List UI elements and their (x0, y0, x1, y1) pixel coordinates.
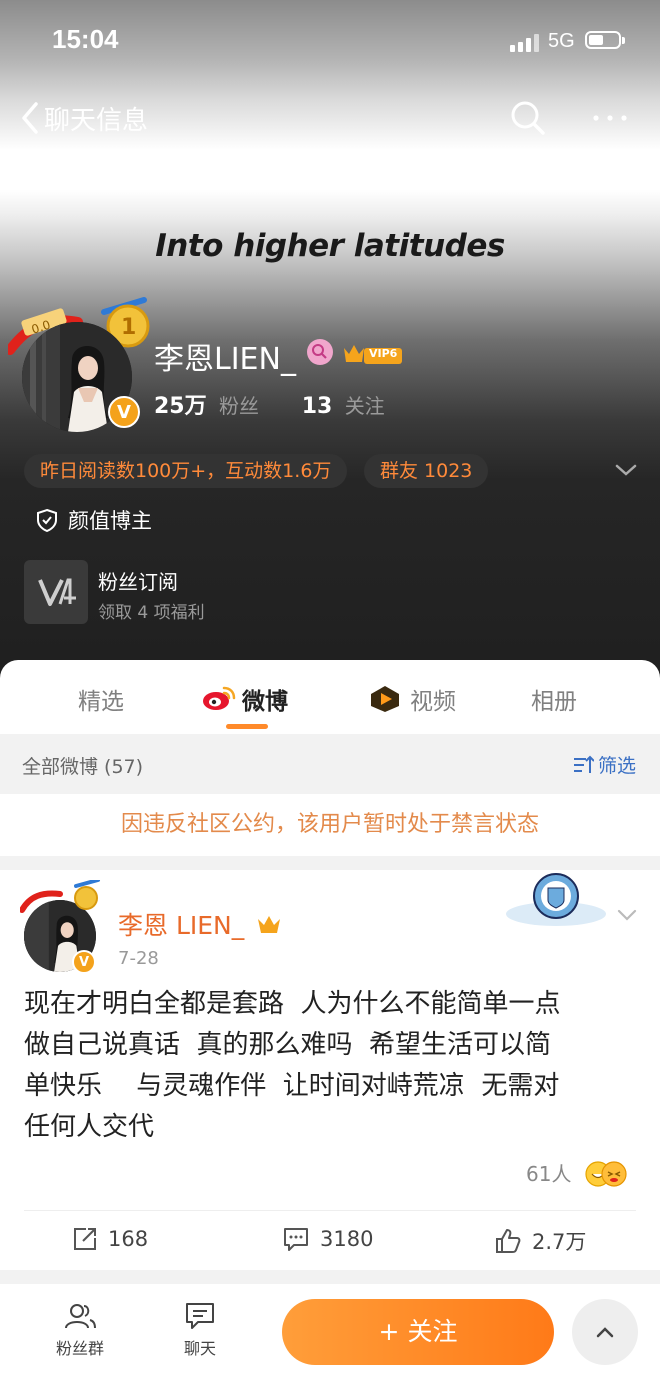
tab-featured[interactable]: 精选 (78, 682, 124, 716)
post-text-line: 现在才明白全都是套路 人为什么不能简单一点 (24, 989, 561, 1019)
followers-count[interactable]: 25万 (154, 394, 207, 419)
section-divider (0, 856, 660, 870)
filter-icon (574, 755, 595, 773)
post-verified-badge: V (72, 950, 96, 974)
chat-icon (186, 1303, 214, 1329)
followers-label[interactable]: 粉丝 (219, 394, 259, 418)
repost-count: 168 (108, 1227, 149, 1251)
video-icon (371, 686, 399, 712)
status-bar: 15:04 5G (0, 0, 660, 80)
profile-avatar[interactable]: 0.0 1 V (8, 296, 158, 436)
comment-icon (284, 1228, 308, 1251)
subscription-icon (24, 560, 88, 624)
weibo-post[interactable]: V 李恩 LIEN_ 7-28 现在才明白全都是套路 人为什么不能简单一点 做自己… (0, 870, 660, 1270)
chat-button[interactable]: 聊天 (160, 1301, 240, 1359)
back-label[interactable]: 聊天信息 (44, 100, 148, 137)
subscription-title: 粉丝订阅 (98, 570, 178, 594)
search-badge-icon (307, 339, 333, 365)
active-tab-indicator (226, 724, 268, 729)
network-type: 5G (548, 30, 575, 52)
svg-text:1: 1 (121, 315, 136, 340)
chevron-up-icon (596, 1327, 614, 1338)
like-button[interactable]: 2.7万 (494, 1226, 586, 1256)
comment-button[interactable]: 3180 (282, 1226, 373, 1252)
post-text-line: 做自己说真话 真的那么难吗 希望生活可以简 (24, 1030, 552, 1060)
profile-tabs: 精选 微博 视频 相册 (0, 660, 660, 734)
filter-button[interactable]: 筛选 (572, 751, 636, 778)
post-author[interactable]: 李恩 LIEN_ (118, 906, 282, 942)
fans-group-label: 粉丝群 (55, 1339, 104, 1358)
content-panel: 精选 微博 视频 相册 全部微博 (57) 筛选 因违反社区公约，该用户暂时处于… (0, 660, 660, 1389)
shield-icon (37, 508, 57, 533)
club-crest-icon (506, 873, 606, 926)
tab-album[interactable]: 相册 (531, 682, 577, 716)
follow-button[interactable]: + 关注 (282, 1299, 554, 1365)
fans-group-icon (65, 1304, 96, 1329)
following-label[interactable]: 关注 (345, 394, 385, 418)
post-reactions[interactable]: 61人 (526, 1158, 628, 1188)
thumbs-up-icon (496, 1229, 521, 1253)
verified-badge: V (108, 396, 140, 428)
bottom-action-bar: 粉丝群 聊天 + 关注 (0, 1289, 660, 1389)
profile-tagline: Into higher latitudes (155, 228, 505, 264)
expand-chevron-icon[interactable] (614, 460, 638, 480)
more-icon[interactable] (588, 98, 632, 138)
section-divider (0, 1270, 660, 1284)
subscription-desc: 领取 4 项福利 (98, 603, 205, 623)
post-date: 7-28 (118, 948, 159, 969)
ban-notice: 因违反社区公约，该用户暂时处于禁言状态 (0, 794, 660, 856)
all-weibo-label[interactable]: 全部微博 (57) (22, 752, 143, 779)
post-text: 现在才明白全都是套路 人为什么不能简单一点 做自己说真话 真的那么难吗 希望生活可… (24, 984, 640, 1148)
status-time: 15:04 (52, 24, 119, 54)
repost-button[interactable]: 168 (72, 1226, 148, 1252)
following-count[interactable]: 13 (302, 394, 333, 419)
tab-video[interactable]: 视频 (410, 682, 456, 716)
fans-group-button[interactable]: 粉丝群 (40, 1301, 120, 1359)
search-icon[interactable] (508, 98, 548, 138)
post-menu-chevron-icon[interactable] (616, 906, 638, 924)
nav-bar: 聊天信息 (0, 96, 660, 140)
reaction-count: 61人 (526, 1162, 572, 1186)
medal-decoration-icon (20, 880, 100, 913)
profile-counts: 25万 粉丝 13 关注 (154, 388, 385, 420)
profile-tag[interactable]: 颜值博主 (36, 505, 152, 535)
like-count: 2.7万 (532, 1230, 587, 1254)
filter-bar: 全部微博 (57) 筛选 (0, 734, 660, 794)
battery-icon (585, 31, 625, 49)
chat-label: 聊天 (183, 1339, 216, 1358)
crown-icon (258, 916, 281, 933)
signal-icon (510, 32, 539, 52)
post-text-line: 单快乐 与灵魂作伴 让时间对峙荒凉 无需对 (24, 1071, 560, 1101)
emoji-reactions-icon (585, 1161, 627, 1187)
tab-weibo[interactable]: 微博 (242, 682, 288, 716)
profile-tag-label: 颜值博主 (68, 509, 152, 533)
repost-icon (74, 1228, 96, 1250)
scroll-top-button[interactable] (572, 1299, 638, 1365)
vip-badge: VIP6 (342, 342, 404, 370)
comment-count: 3180 (320, 1227, 374, 1251)
weibo-logo-icon (203, 686, 236, 710)
vip-label: VIP6 (369, 347, 398, 360)
group-friends-pill[interactable]: 群友 1023 (364, 454, 489, 488)
filter-label: 筛选 (598, 755, 637, 777)
profile-name: 李恩LIEN_ (154, 342, 296, 377)
post-text-line: 任何人交代 (24, 1112, 155, 1142)
post-divider (24, 1210, 636, 1211)
post-author-name: 李恩 LIEN_ (118, 911, 245, 940)
reading-stats-pill[interactable]: 昨日阅读数100万+，互动数1.6万 (24, 454, 348, 488)
